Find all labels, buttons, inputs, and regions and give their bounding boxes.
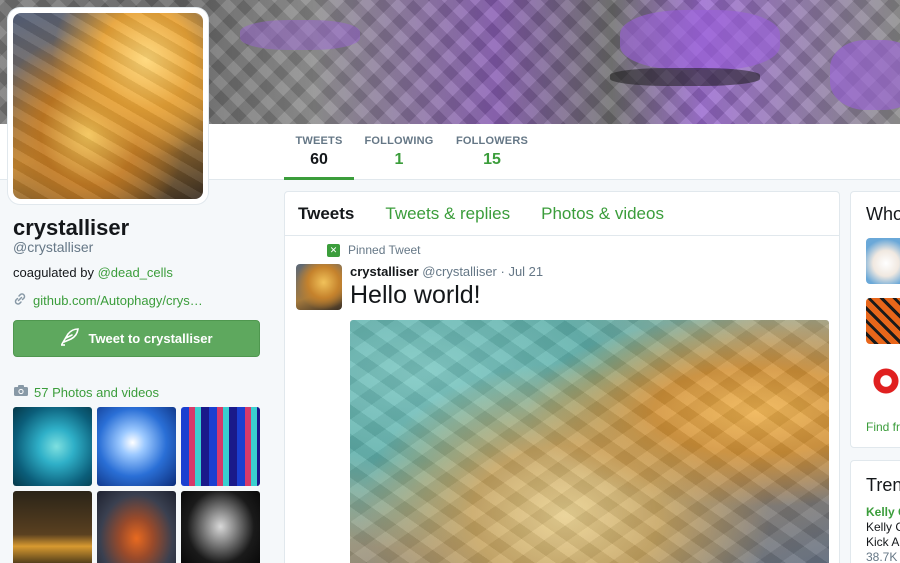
stat-value: 15 — [483, 151, 501, 168]
profile-avatar[interactable] — [8, 8, 208, 204]
timeline-tabs: Tweets Tweets & replies Photos & videos — [285, 192, 839, 236]
photo-thumbnail[interactable] — [97, 491, 176, 563]
photo-thumbnail[interactable] — [13, 491, 92, 563]
tweet-author-avatar[interactable] — [296, 264, 342, 310]
timeline-card: Tweets Tweets & replies Photos & videos … — [284, 191, 840, 563]
tweet-to-label: Tweet to crystalliser — [88, 331, 213, 346]
tweet-date[interactable]: · Jul 21 — [501, 264, 544, 279]
avatar-image — [13, 13, 203, 199]
bio-mention-link[interactable]: @dead_cells — [98, 265, 173, 280]
trend-item[interactable]: Kelly C — [866, 520, 900, 534]
photo-thumbnail[interactable] — [181, 407, 260, 486]
who-to-follow-card: Who Find fri — [850, 191, 900, 448]
tab-tweets[interactable]: Tweets — [298, 204, 354, 224]
photos-videos-link[interactable]: 57 Photos and videos — [13, 384, 159, 400]
tweet-to-button[interactable]: Tweet to crystalliser — [13, 320, 260, 357]
tab-tweets-replies[interactable]: Tweets & replies — [385, 204, 510, 224]
photos-label-text: 57 Photos and videos — [34, 384, 160, 400]
profile-bio: coagulated by @dead_cells — [13, 265, 173, 280]
tweet-header: crystalliser @crystalliser · Jul 21 — [350, 264, 543, 279]
suggested-user-avatar[interactable] — [866, 358, 900, 404]
photo-thumbnail[interactable] — [97, 407, 176, 486]
profile-link[interactable]: github.com/Autophagy/crys… — [13, 292, 203, 309]
who-to-follow-title: Who — [866, 204, 900, 224]
tweet-text: Hello world! — [350, 281, 481, 309]
quill-icon — [60, 328, 80, 349]
photo-thumbnail[interactable] — [181, 491, 260, 563]
tweet-author-handle[interactable]: @crystalliser — [422, 264, 497, 279]
trends-title: Trend — [866, 475, 900, 495]
stat-label: TWEETS — [295, 135, 343, 147]
stat-label: FOLLOWING — [364, 135, 434, 147]
link-icon — [13, 292, 27, 309]
stat-tweets[interactable]: TWEETS 60 — [284, 124, 354, 180]
stat-following[interactable]: FOLLOWING 1 — [362, 124, 436, 180]
photo-thumbnail[interactable] — [13, 407, 92, 486]
stat-value: 1 — [394, 151, 404, 168]
trend-count: 38.7K — [866, 550, 898, 563]
pin-icon: ✕ — [327, 243, 340, 257]
photo-grid — [13, 407, 260, 563]
bio-text: coagulated by — [13, 265, 98, 280]
pinned-text: Pinned Tweet — [348, 243, 421, 257]
pinned-tweet-label: ✕ Pinned Tweet — [327, 243, 421, 257]
stat-label: FOLLOWERS — [455, 135, 529, 147]
stat-value: 60 — [310, 151, 328, 168]
suggested-user-avatar[interactable] — [866, 238, 900, 284]
trend-item[interactable]: Kick A — [866, 535, 899, 549]
tweet-author-name[interactable]: crystalliser — [350, 264, 419, 279]
profile-name[interactable]: crystalliser — [13, 215, 129, 241]
stat-followers[interactable]: FOLLOWERS 15 — [455, 124, 529, 180]
find-friends-link[interactable]: Find fri — [866, 420, 900, 434]
tweet-media-image[interactable] — [350, 320, 829, 563]
profile-handle[interactable]: @crystalliser — [13, 239, 93, 255]
trend-item[interactable]: Kelly C — [866, 505, 900, 519]
suggested-user-avatar[interactable] — [866, 298, 900, 344]
tab-photos-videos[interactable]: Photos & videos — [541, 204, 664, 224]
link-text: github.com/Autophagy/crys… — [33, 293, 203, 308]
trends-card: Trend Kelly C Kelly C Kick A 38.7K — [850, 460, 900, 563]
camera-icon — [13, 384, 29, 400]
